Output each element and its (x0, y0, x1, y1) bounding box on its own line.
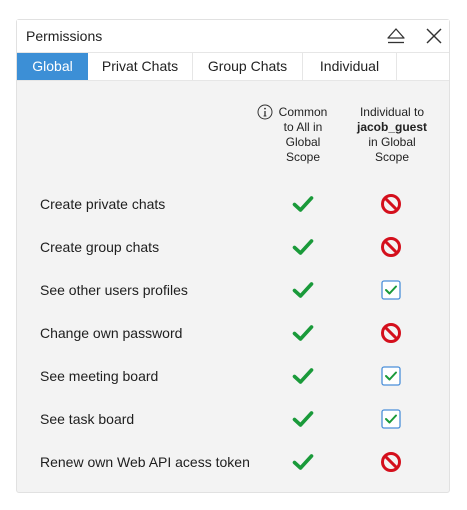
column-header-common-line: Scope (285, 150, 321, 164)
common-allowed-check-icon (292, 236, 314, 258)
permissions-window: Permissions Global Privat Chats Group Ch… (16, 19, 450, 493)
checked-checkbox-icon[interactable] (380, 408, 402, 430)
common-allowed-check-icon (292, 451, 314, 473)
tab-global[interactable]: Global (17, 53, 88, 80)
denied-icon[interactable] (380, 193, 402, 215)
checked-checkbox-icon[interactable] (380, 365, 402, 387)
permission-label: Create private chats (40, 196, 166, 212)
column-header-common-line: to All in (283, 120, 323, 134)
common-allowed-check-icon (292, 193, 314, 215)
permission-label: Renew own Web API acess token (40, 454, 250, 470)
tab-individual[interactable]: Individual (303, 53, 397, 80)
common-allowed-check-icon (292, 322, 314, 344)
permission-label: Create group chats (40, 239, 160, 255)
common-allowed-check-icon (292, 279, 314, 301)
permission-label: See other users profiles (40, 282, 188, 298)
common-allowed-check-icon (292, 408, 314, 430)
window-title: Permissions (26, 28, 103, 44)
close-icon[interactable] (422, 24, 446, 48)
denied-icon[interactable] (380, 322, 402, 344)
permission-label: See meeting board (40, 368, 159, 384)
denied-icon[interactable] (380, 451, 402, 473)
column-header-common: Common to All in Global Scope (273, 105, 333, 165)
common-allowed-check-icon (292, 365, 314, 387)
tab-bar: Global Privat Chats Group Chats Individu… (17, 53, 449, 81)
denied-icon[interactable] (380, 236, 402, 258)
column-header-individual: Individual to jacob_guest in Global Scop… (347, 105, 437, 165)
column-header-username: jacob_guest (356, 120, 428, 134)
checked-checkbox-icon[interactable] (380, 279, 402, 301)
column-header-common-line: Common (278, 105, 328, 119)
eject-icon[interactable] (384, 24, 408, 48)
column-header-individual-line: Individual to (359, 105, 425, 119)
info-icon[interactable] (257, 104, 273, 125)
column-header-common-line: Global (285, 135, 321, 149)
tab-group-chats[interactable]: Group Chats (193, 53, 303, 80)
column-header-individual-line: in Global (368, 135, 416, 149)
column-header-individual-line: Scope (374, 150, 410, 164)
title-bar: Permissions (17, 20, 449, 53)
permission-label: See task board (40, 411, 135, 427)
tab-privat-chats[interactable]: Privat Chats (88, 53, 193, 80)
permission-label: Change own password (40, 325, 183, 341)
